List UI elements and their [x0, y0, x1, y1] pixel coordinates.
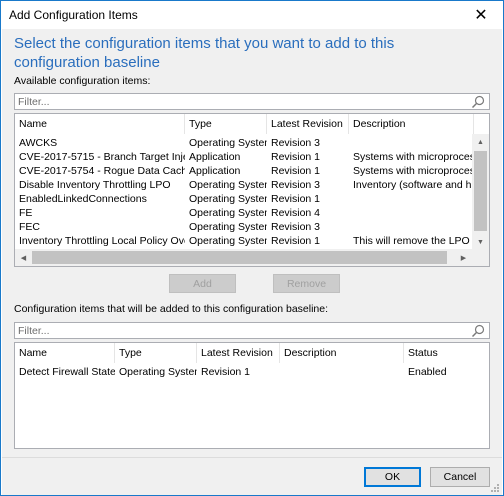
- available-list-header: Name Type Latest Revision Description: [15, 114, 474, 134]
- column-header-name[interactable]: Name: [15, 343, 115, 363]
- table-row[interactable]: CVE-2017-5715 - Branch Target Injecti...…: [15, 150, 474, 164]
- ok-button[interactable]: OK: [364, 467, 421, 487]
- table-cell: [280, 365, 404, 379]
- dialog-body: Select the configuration items that you …: [2, 29, 502, 495]
- table-cell: Operating System: [119, 366, 197, 378]
- scrollbar-thumb[interactable]: [474, 151, 487, 231]
- available-vertical-scrollbar[interactable]: ▲ ▼: [472, 134, 489, 251]
- chevron-right-icon[interactable]: ▶: [455, 249, 472, 266]
- available-items-label: Available configuration items:: [14, 75, 151, 87]
- table-cell: Operating System: [189, 179, 267, 191]
- cancel-button[interactable]: Cancel: [430, 467, 490, 487]
- table-cell: FEC: [19, 221, 40, 233]
- table-row[interactable]: FE Operating System Revision 4: [15, 206, 474, 220]
- table-cell: [349, 206, 474, 220]
- footer-divider: [2, 457, 502, 458]
- table-cell: This will remove the LPO "...: [353, 235, 474, 247]
- table-cell: Revision 1: [271, 193, 321, 205]
- table-cell: Revision 3: [271, 179, 321, 191]
- table-cell: Operating System: [189, 221, 267, 233]
- column-header-latest-revision[interactable]: Latest Revision: [267, 114, 349, 134]
- title-bar: Add Configuration Items ✕: [1, 1, 503, 29]
- table-cell: Revision 1: [271, 151, 321, 163]
- table-cell: Operating System: [189, 137, 267, 149]
- table-cell: Revision 1: [271, 235, 321, 247]
- search-icon[interactable]: [471, 95, 485, 109]
- table-cell: Revision 4: [271, 207, 321, 219]
- column-header-description[interactable]: Description: [280, 343, 404, 363]
- add-configuration-items-dialog: Add Configuration Items ✕ Select the con…: [0, 0, 504, 496]
- table-cell: Systems with microprocess...: [353, 151, 474, 163]
- table-row[interactable]: Inventory Throttling Local Policy Overri…: [15, 234, 474, 248]
- column-header-name[interactable]: Name: [15, 114, 185, 134]
- page-heading: Select the configuration items that you …: [14, 35, 395, 71]
- close-button[interactable]: ✕: [459, 1, 503, 29]
- table-row[interactable]: AWCKS Operating System Revision 3: [15, 136, 474, 150]
- table-cell: Revision 1: [201, 366, 251, 378]
- available-list-rows: AWCKS Operating System Revision 3 CVE-2017-…: [15, 136, 474, 262]
- search-icon[interactable]: [471, 324, 485, 338]
- selected-items-list[interactable]: Name Type Latest Revision Description St…: [14, 342, 490, 449]
- table-cell: Revision 3: [271, 221, 321, 233]
- table-cell: Inventory Throttling Local Policy Overri…: [19, 235, 185, 247]
- selected-filter-input[interactable]: [15, 323, 467, 338]
- available-filter-input[interactable]: [15, 94, 467, 109]
- selected-list-rows: Detect Firewall State ... Operating Syste…: [15, 365, 489, 379]
- table-cell: FE: [19, 207, 33, 219]
- table-cell: Disable Inventory Throttling LPO: [19, 179, 171, 191]
- column-header-description[interactable]: Description: [349, 114, 474, 134]
- close-icon: ✕: [474, 7, 488, 24]
- table-cell: AWCKS: [19, 137, 58, 149]
- table-cell: Inventory (software and har...: [353, 179, 474, 191]
- table-row[interactable]: FEC Operating System Revision 3: [15, 220, 474, 234]
- table-cell: Revision 3: [271, 137, 321, 149]
- available-items-list[interactable]: Name Type Latest Revision Description AW…: [14, 113, 490, 267]
- table-row[interactable]: Detect Firewall State ... Operating Syste…: [15, 365, 489, 379]
- table-cell: Application: [189, 165, 241, 177]
- table-cell: Systems with microprocess...: [353, 165, 474, 177]
- table-row[interactable]: Disable Inventory Throttling LPO Operatin…: [15, 178, 474, 192]
- window-title: Add Configuration Items: [9, 8, 138, 22]
- table-cell: Operating System: [189, 235, 267, 247]
- table-cell: [349, 136, 474, 150]
- table-cell: EnabledLinkedConnections: [19, 193, 147, 205]
- table-cell: CVE-2017-5715 - Branch Target Injecti...: [19, 151, 185, 163]
- selected-items-label: Configuration items that will be added t…: [14, 303, 329, 315]
- table-cell: Revision 1: [271, 165, 321, 177]
- table-cell: Enabled: [408, 366, 447, 378]
- table-cell: Operating System: [189, 193, 267, 205]
- table-cell: Application: [189, 151, 241, 163]
- table-cell: [349, 192, 474, 206]
- scrollbar-corner: [472, 249, 489, 266]
- table-row[interactable]: CVE-2017-5754 - Rogue Data Cache ... Appl…: [15, 164, 474, 178]
- table-cell: Operating System: [189, 207, 267, 219]
- chevron-left-icon[interactable]: ◀: [15, 249, 32, 266]
- table-cell: CVE-2017-5754 - Rogue Data Cache ...: [19, 165, 185, 177]
- column-header-type[interactable]: Type: [185, 114, 267, 134]
- scrollbar-thumb[interactable]: [32, 251, 447, 264]
- selected-filter-box: [14, 322, 490, 339]
- add-button[interactable]: Add: [169, 274, 236, 293]
- resize-grip-icon[interactable]: [490, 483, 500, 493]
- table-row[interactable]: EnabledLinkedConnections Operating System…: [15, 192, 474, 206]
- table-cell: Detect Firewall State ...: [19, 366, 115, 378]
- column-header-status[interactable]: Status: [404, 343, 489, 363]
- column-header-latest-revision[interactable]: Latest Revision: [197, 343, 280, 363]
- selected-list-header: Name Type Latest Revision Description St…: [15, 343, 489, 363]
- table-cell: [349, 220, 474, 234]
- available-horizontal-scrollbar[interactable]: ◀ ▶: [15, 249, 472, 266]
- column-header-type[interactable]: Type: [115, 343, 197, 363]
- chevron-up-icon[interactable]: ▲: [472, 134, 489, 151]
- available-filter-box: [14, 93, 490, 110]
- remove-button[interactable]: Remove: [273, 274, 340, 293]
